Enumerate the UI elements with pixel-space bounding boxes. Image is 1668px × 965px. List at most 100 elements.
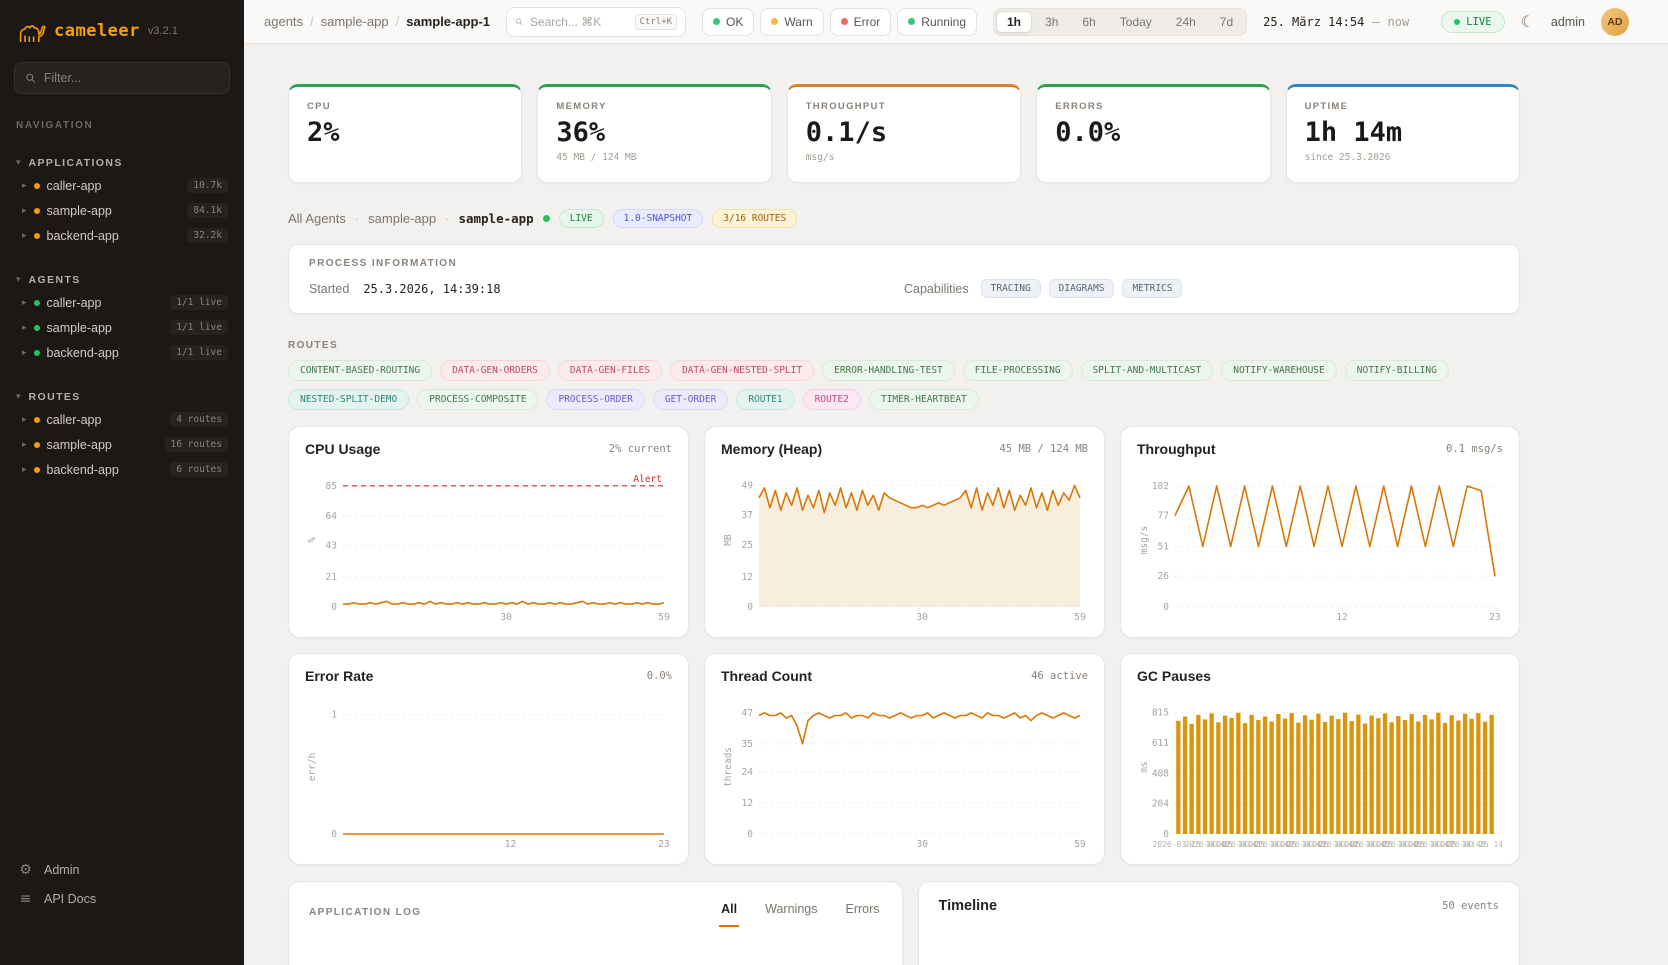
cpu-usage-chart: 021436485%3059Alert (305, 465, 672, 623)
breadcrumb-agents[interactable]: agents (264, 14, 303, 29)
sidebar-item-agent-caller-app[interactable]: ▸ caller-app 1/1 live (0, 290, 244, 315)
filter-ok-button[interactable]: OK (702, 8, 754, 36)
search-input[interactable] (530, 15, 628, 29)
route-chip[interactable]: DATA-GEN-ORDERS (440, 360, 550, 381)
item-label: sample-app (47, 204, 112, 218)
caret-right-icon: ▸ (22, 465, 27, 475)
route-chip[interactable]: ROUTE2 (803, 389, 861, 410)
route-chip[interactable]: PROCESS-ORDER (546, 389, 644, 410)
item-label: backend-app (47, 346, 119, 360)
footer-label: API Docs (44, 892, 96, 906)
live-indicator[interactable]: LIVE (1441, 11, 1504, 33)
svg-text:611: 611 (1152, 738, 1169, 749)
capabilities-label: Capabilities (904, 282, 969, 296)
stat-value: 0.0% (1055, 117, 1251, 148)
status-filter-group: OK Warn Error Running (702, 8, 977, 36)
sidebar-item-api-docs[interactable]: ≡ API Docs (18, 891, 226, 907)
sidebar-item-agent-sample-app[interactable]: ▸ sample-app 1/1 live (0, 315, 244, 340)
route-chip[interactable]: PROCESS-COMPOSITE (417, 389, 538, 410)
item-label: sample-app (47, 321, 112, 335)
section-header-routes[interactable]: ▾ ROUTES (0, 387, 244, 407)
datetime-value[interactable]: 25. März 14:54 (1263, 15, 1364, 29)
filter-error-button[interactable]: Error (830, 8, 892, 36)
agent-crumb-sample-app[interactable]: sample-app (368, 211, 436, 226)
app-root: cameleer v3.2.1 NAVIGATION ▾ APPLICATION… (0, 0, 1668, 965)
breadcrumb-sample-app[interactable]: sample-app (321, 14, 389, 29)
range-button-1h[interactable]: 1h (996, 11, 1032, 33)
agent-breadcrumb-bar: All Agents · sample-app · sample-app LIV… (288, 209, 1520, 228)
range-button-3h[interactable]: 3h (1034, 11, 1069, 33)
svg-text:0: 0 (747, 602, 753, 613)
route-chip[interactable]: ROUTE1 (736, 389, 794, 410)
range-button-7d[interactable]: 7d (1209, 11, 1244, 33)
stat-sub: msg/s (806, 152, 1002, 163)
tab-errors[interactable]: Errors (843, 898, 881, 927)
avatar[interactable]: AD (1601, 8, 1629, 36)
item-label: caller-app (47, 179, 102, 193)
filter-input[interactable] (44, 71, 219, 85)
svg-text:30: 30 (916, 612, 928, 623)
search-box[interactable]: Ctrl+K (506, 7, 686, 37)
sidebar-item-application-caller-app[interactable]: ▸ caller-app 10.7k (0, 173, 244, 198)
route-chip[interactable]: CONTENT-BASED-ROUTING (288, 360, 432, 381)
memory-heap-chart: 012253749MB3059 (721, 465, 1088, 623)
route-chip[interactable]: TIMER-HEARTBEAT (869, 389, 979, 410)
error-dot (841, 18, 848, 25)
section-header-agents[interactable]: ▾ AGENTS (0, 270, 244, 290)
app-logo[interactable]: cameleer v3.2.1 (0, 14, 244, 58)
routes-count-badge: 3/16 ROUTES (712, 209, 797, 228)
route-chip[interactable]: SPLIT-AND-MULTICAST (1081, 360, 1214, 381)
stat-value: 2% (307, 117, 503, 148)
moon-icon[interactable]: ☾ (1521, 12, 1535, 31)
sidebar-item-application-backend-app[interactable]: ▸ backend-app 32.2k (0, 223, 244, 248)
filter-running-button[interactable]: Running (897, 8, 977, 36)
section-header-applications[interactable]: ▾ APPLICATIONS (0, 153, 244, 173)
svg-text:47: 47 (742, 708, 753, 719)
tab-all[interactable]: All (719, 898, 739, 927)
app-version: v3.2.1 (148, 25, 178, 37)
caret-right-icon: ▸ (22, 231, 27, 241)
sidebar-item-application-sample-app[interactable]: ▸ sample-app 84.1k (0, 198, 244, 223)
route-chip[interactable]: DATA-GEN-FILES (558, 360, 662, 381)
range-button-24h[interactable]: 24h (1165, 11, 1207, 33)
svg-text:204: 204 (1152, 799, 1169, 810)
filter-label: Error (854, 15, 881, 29)
svg-text:threads: threads (723, 747, 734, 787)
timeline-card: Timeline 50 events (918, 881, 1520, 965)
nav-heading: NAVIGATION (16, 120, 228, 131)
svg-text:30: 30 (916, 839, 928, 850)
sidebar-item-routes-backend-app[interactable]: ▸ backend-app 6 routes (0, 457, 244, 482)
item-badge: 1/1 live (170, 295, 228, 310)
range-button-today[interactable]: Today (1109, 11, 1163, 33)
section-label: APPLICATIONS (29, 157, 123, 169)
svg-text:12: 12 (742, 572, 753, 583)
filter-warn-button[interactable]: Warn (760, 8, 823, 36)
status-dot (34, 233, 40, 239)
route-chip[interactable]: ERROR-HANDLING-TEST (822, 360, 955, 381)
datetime-dash: — (1372, 15, 1379, 29)
item-label: caller-app (47, 296, 102, 310)
sidebar-item-routes-caller-app[interactable]: ▸ caller-app 4 routes (0, 407, 244, 432)
chart-title: Memory (Heap) (721, 441, 822, 457)
route-chip[interactable]: DATA-GEN-NESTED-SPLIT (670, 360, 814, 381)
sidebar-item-agent-backend-app[interactable]: ▸ backend-app 1/1 live (0, 340, 244, 365)
sidebar-item-admin[interactable]: ⚙ Admin (18, 862, 226, 878)
item-badge: 1/1 live (170, 345, 228, 360)
range-button-6h[interactable]: 6h (1071, 11, 1106, 33)
chart-current-value: 45 MB / 124 MB (999, 443, 1088, 455)
sidebar-item-routes-sample-app[interactable]: ▸ sample-app 16 routes (0, 432, 244, 457)
agent-crumb-all-agents[interactable]: All Agents (288, 211, 346, 226)
charts-grid: CPU Usage 2% current 021436485%3059Alert… (288, 426, 1520, 865)
svg-text:0: 0 (1163, 829, 1169, 840)
svg-text:24: 24 (742, 767, 754, 778)
route-chip[interactable]: NESTED-SPLIT-DEMO (288, 389, 409, 410)
list-icon: ≡ (18, 891, 33, 907)
route-chip[interactable]: NOTIFY-BILLING (1345, 360, 1449, 381)
route-chip[interactable]: FILE-PROCESSING (963, 360, 1073, 381)
search-shortcut: Ctrl+K (635, 14, 678, 30)
filter-label: Warn (784, 15, 812, 29)
item-badge: 1/1 live (170, 320, 228, 335)
route-chip[interactable]: GET-ORDER (653, 389, 728, 410)
route-chip[interactable]: NOTIFY-WAREHOUSE (1221, 360, 1337, 381)
tab-warnings[interactable]: Warnings (763, 898, 819, 927)
